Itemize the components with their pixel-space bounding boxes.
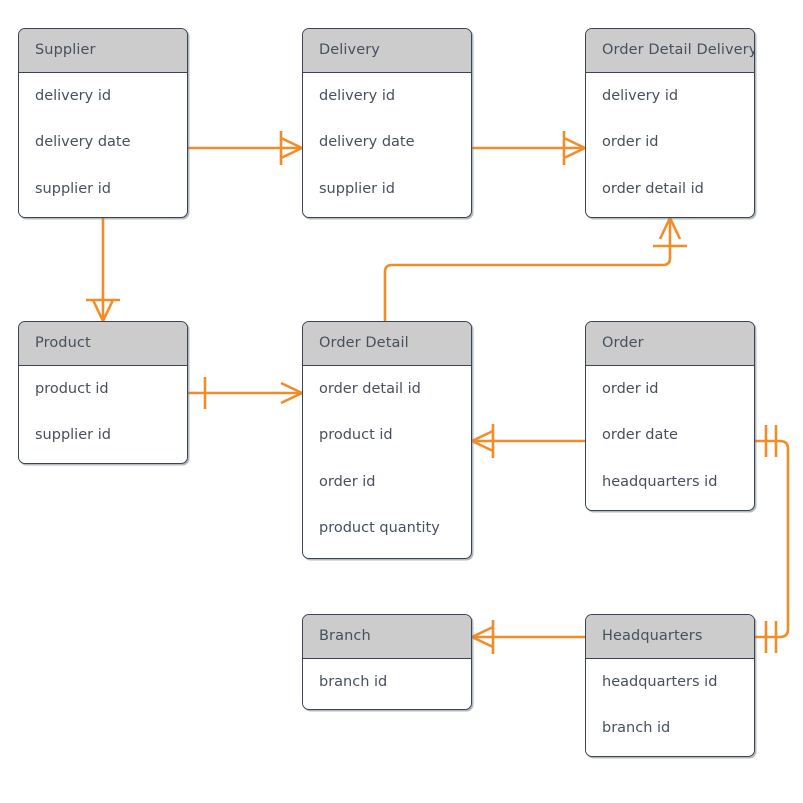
entity-delivery-title: Delivery xyxy=(303,29,471,73)
attribute-row: delivery id xyxy=(319,87,396,104)
attribute-row: order id xyxy=(602,134,659,150)
entity-supplier-title: Supplier xyxy=(19,29,187,73)
attribute-row: delivery date xyxy=(319,134,415,150)
entity-delivery-attributes: delivery id delivery date supplier id xyxy=(303,72,471,212)
connector-supplier-product xyxy=(86,218,120,322)
attribute-row: headquarters id xyxy=(602,473,718,490)
entity-product-title: Product xyxy=(19,322,187,366)
entity-order-detail-title: Order Detail xyxy=(303,322,471,366)
entity-headquarters-attributes: headquarters id branch id xyxy=(586,658,754,752)
entity-order-detail-delivery-attributes: delivery id order id order detail id xyxy=(586,72,754,212)
attribute-row: branch id xyxy=(602,720,671,736)
attribute-row: headquarters id xyxy=(602,673,718,690)
entity-product-attributes: product id supplier id xyxy=(19,365,187,459)
entity-headquarters[interactable]: Headquarters headquarters id branch id xyxy=(585,614,755,757)
entity-order-detail[interactable]: Order Detail order detail id product id … xyxy=(302,321,472,559)
entity-branch-attributes: branch id xyxy=(303,658,471,705)
attribute-row: product id xyxy=(319,427,393,443)
attribute-row: supplier id xyxy=(35,180,111,197)
entity-order-attributes: order id order date headquarters id xyxy=(586,365,754,505)
attribute-row: supplier id xyxy=(35,427,111,443)
attribute-row: delivery id xyxy=(602,87,679,104)
attribute-row: supplier id xyxy=(319,180,395,197)
attribute-row: order id xyxy=(319,473,376,490)
connector-order-headquarters xyxy=(755,425,790,653)
entity-order-title: Order xyxy=(586,322,754,366)
connector-delivery-order-detail-delivery xyxy=(472,131,586,165)
entity-order-detail-delivery[interactable]: Order Detail Delivery delivery id order … xyxy=(585,28,755,218)
entity-headquarters-title: Headquarters xyxy=(586,615,754,659)
attribute-row: order detail id xyxy=(602,180,704,197)
attribute-row: order id xyxy=(602,380,659,397)
connector-branch-headquarters xyxy=(471,620,585,654)
entity-branch-title: Branch xyxy=(303,615,471,659)
attribute-row: product quantity xyxy=(319,520,440,536)
entity-delivery[interactable]: Delivery delivery id delivery date suppl… xyxy=(302,28,472,218)
entity-supplier-attributes: delivery id delivery date supplier id xyxy=(19,72,187,212)
entity-order[interactable]: Order order id order date headquarters i… xyxy=(585,321,755,511)
entity-order-detail-delivery-title: Order Detail Delivery xyxy=(586,29,754,73)
er-diagram-canvas: Supplier delivery id delivery date suppl… xyxy=(0,0,803,803)
connector-order-detail-order-detail-delivery xyxy=(383,217,687,321)
connector-order-detail-order xyxy=(471,424,585,458)
attribute-row: order detail id xyxy=(319,380,421,397)
entity-branch[interactable]: Branch branch id xyxy=(302,614,472,710)
connector-supplier-delivery xyxy=(188,131,303,165)
entity-product[interactable]: Product product id supplier id xyxy=(18,321,188,464)
attribute-row: delivery date xyxy=(35,134,131,150)
attribute-row: order date xyxy=(602,427,678,443)
connector-product-order-detail xyxy=(188,377,303,409)
attribute-row: product id xyxy=(35,380,109,397)
attribute-row: delivery id xyxy=(35,87,112,104)
attribute-row: branch id xyxy=(319,673,388,690)
entity-order-detail-attributes: order detail id product id order id prod… xyxy=(303,365,471,552)
entity-supplier[interactable]: Supplier delivery id delivery date suppl… xyxy=(18,28,188,218)
